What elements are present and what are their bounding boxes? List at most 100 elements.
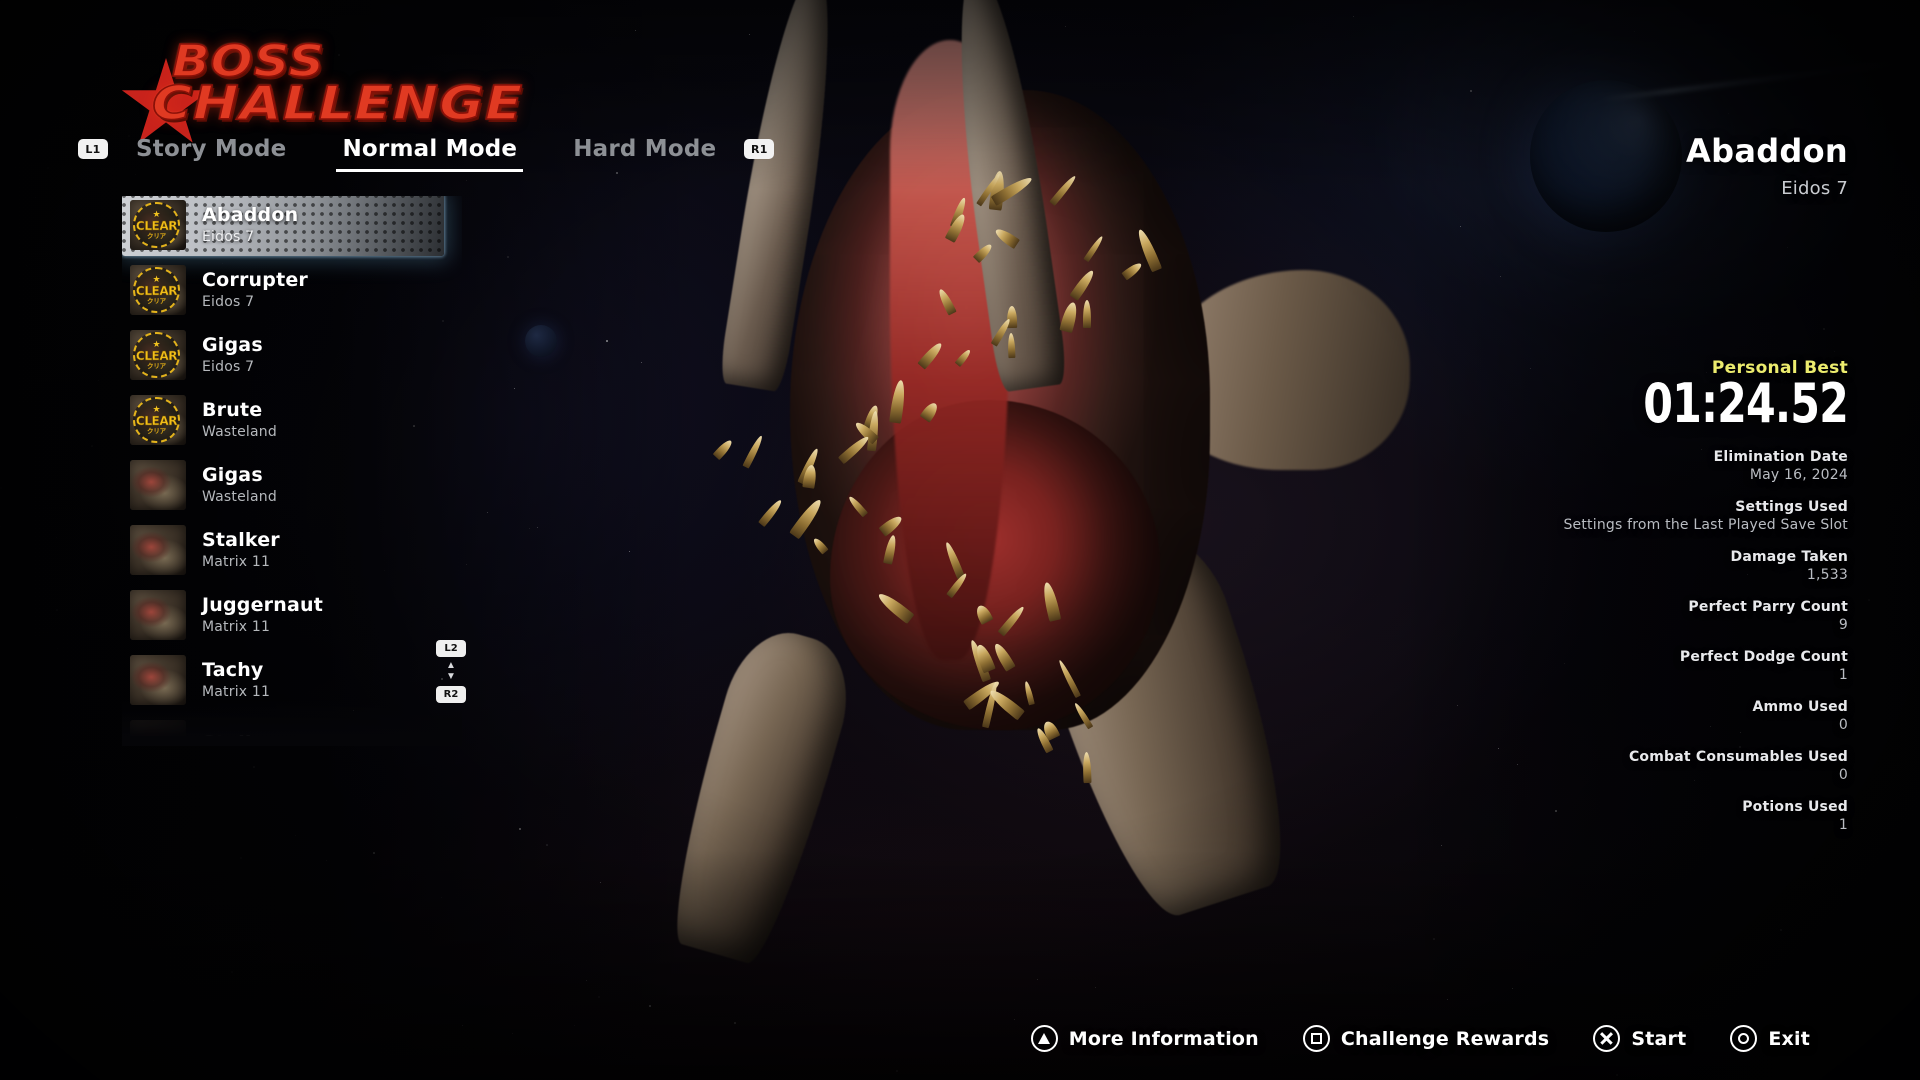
stat-value: 1: [1838, 666, 1848, 683]
boss-name-label: Stalker: [202, 529, 280, 552]
stat-label: Damage Taken: [1730, 548, 1848, 565]
stat-row: Potions Used 1: [1418, 799, 1848, 833]
l1-bumper-icon[interactable]: L1: [78, 139, 108, 159]
stat-value: 1: [1838, 816, 1848, 833]
stat-label: Ammo Used: [1752, 698, 1848, 715]
boss-thumbnail: ★ CLEAR クリア: [130, 330, 186, 380]
mode-tabs: Story Mode Normal Mode Hard Mode: [108, 132, 744, 172]
boss-thumbnail-art: [130, 590, 186, 640]
list-item[interactable]: Gigas Wasteland: [122, 456, 462, 514]
boss-location-label: Matrix 11: [202, 683, 271, 700]
stat-list: Elimination Date May 16, 2024 Settings Use…: [1418, 449, 1848, 833]
badge-main-label: CLEAR: [135, 283, 178, 298]
stat-row: Elimination Date May 16, 2024: [1418, 449, 1848, 483]
boss-meta: Gigas Eidos 7: [202, 334, 263, 375]
logo-line-2: Challenge: [151, 76, 524, 130]
boss-thumbnail: [130, 720, 186, 736]
badge-sub-label: クリア: [147, 297, 166, 305]
stat-label: Elimination Date: [1713, 448, 1848, 465]
personal-best-time: 01:24.52: [1643, 372, 1849, 435]
boss-thumbnail-art: [130, 720, 186, 736]
prompt-challenge-rewards[interactable]: Challenge Rewards: [1302, 1025, 1549, 1052]
prompt-more-information[interactable]: More Information: [1030, 1025, 1259, 1052]
planet-small: [525, 325, 557, 357]
mode-tab-bar: L1 Story Mode Normal Mode Hard Mode R1: [78, 132, 775, 172]
clear-badge-icon: ★ CLEAR クリア: [133, 267, 180, 313]
boss-list[interactable]: ★ CLEAR クリア Abaddon Eidos 7 ★ CLEAR クリア Corrupte…: [122, 196, 462, 736]
badge-main-label: CLEAR: [135, 218, 178, 233]
boss-location-label: Eidos 7: [202, 228, 255, 245]
cross-glyph-icon: [1599, 1031, 1614, 1046]
stat-row: Damage Taken 1,533: [1418, 549, 1848, 583]
cross-button-icon[interactable]: [1593, 1025, 1621, 1052]
stat-value: Settings from the Last Played Save Slot: [1563, 516, 1848, 533]
prompt-label: Start: [1631, 1027, 1687, 1050]
triangle-glyph-icon: [1038, 1032, 1051, 1044]
list-item[interactable]: Stalker Matrix 11: [122, 521, 462, 579]
boss-location-label: Wasteland: [202, 488, 277, 505]
tab-hard-mode[interactable]: Hard Mode: [571, 132, 718, 166]
boss-meta: Stalker Matrix 11: [202, 529, 280, 570]
r1-bumper-icon[interactable]: R1: [744, 139, 775, 159]
stat-value: 0: [1838, 766, 1848, 783]
circle-button-icon[interactable]: [1730, 1025, 1758, 1052]
stat-label: Perfect Dodge Count: [1679, 648, 1848, 665]
list-item[interactable]: ★ CLEAR クリア Abaddon Eidos 7: [122, 196, 462, 256]
boss-detail-header: Abaddon Eidos 7: [1428, 132, 1848, 199]
square-glyph-icon: [1310, 1033, 1322, 1044]
l2-trigger-icon[interactable]: L2: [436, 640, 466, 657]
stat-row: Perfect Dodge Count 1: [1418, 649, 1848, 683]
list-item[interactable]: ★ CLEAR クリア Brute Wasteland: [122, 391, 462, 449]
list-item[interactable]: Juggernaut Matrix 11: [122, 586, 462, 644]
boss-thumbnail: [130, 590, 186, 640]
boss-thumbnail: ★ CLEAR クリア: [130, 200, 186, 250]
boss-location-label: Eidos 7: [1781, 178, 1848, 199]
boss-thumbnail-art: [130, 525, 186, 575]
stat-row: Combat Consumables Used 0: [1418, 749, 1848, 783]
boss-meta: Stalker: [202, 732, 280, 736]
boss-thumbnail: ★ CLEAR クリア: [130, 265, 186, 315]
badge-sub-label: クリア: [147, 362, 166, 370]
page-title: Abaddon: [1686, 132, 1848, 170]
boss-thumbnail-art: [130, 655, 186, 705]
square-button-icon[interactable]: [1302, 1025, 1330, 1052]
stat-label: Perfect Parry Count: [1688, 598, 1848, 615]
boss-challenge-screen: Boss Challenge L1 Story Mode Normal Mode H…: [0, 0, 1920, 1080]
badge-star-icon: ★: [152, 208, 161, 219]
boss-meta: Brute Wasteland: [202, 399, 277, 440]
boss-location-label: Matrix 11: [202, 553, 271, 570]
boss-name-label: Juggernaut: [202, 594, 324, 617]
list-scroll-hint: L2 ▲ ▼ R2: [434, 640, 468, 703]
boss-meta: Corrupter Eidos 7: [202, 269, 308, 310]
prompt-start[interactable]: Start: [1593, 1025, 1686, 1052]
triangle-button-icon[interactable]: [1030, 1025, 1058, 1052]
boss-location-label: Wasteland: [202, 423, 277, 440]
prompt-label: Exit: [1768, 1027, 1810, 1050]
badge-main-label: CLEAR: [135, 413, 178, 428]
stat-value: 1,533: [1806, 566, 1848, 583]
boss-meta: Juggernaut Matrix 11: [202, 594, 324, 635]
boss-name-label: Gigas: [202, 334, 263, 357]
list-item[interactable]: Stalker: [122, 716, 462, 736]
list-item[interactable]: ★ CLEAR クリア Gigas Eidos 7: [122, 326, 462, 384]
badge-star-icon: ★: [152, 403, 161, 414]
tab-normal-mode[interactable]: Normal Mode: [336, 132, 523, 172]
badge-star-icon: ★: [152, 338, 161, 349]
list-item[interactable]: Tachy Matrix 11: [122, 651, 462, 709]
boss-meta: Gigas Wasteland: [202, 464, 277, 505]
r2-trigger-icon[interactable]: R2: [436, 686, 466, 703]
action-prompt-bar: More Information Challenge Rewards Start Ex…: [0, 1025, 1920, 1052]
boss-location-label: Eidos 7: [202, 293, 255, 310]
stat-value: 9: [1838, 616, 1848, 633]
stat-row: Perfect Parry Count 9: [1418, 599, 1848, 633]
list-item[interactable]: ★ CLEAR クリア Corrupter Eidos 7: [122, 261, 462, 319]
boss-thumbnail: ★ CLEAR クリア: [130, 395, 186, 445]
boss-name-label: Tachy: [202, 659, 264, 682]
boss-meta: Abaddon Eidos 7: [202, 204, 298, 245]
prompt-exit[interactable]: Exit: [1730, 1025, 1810, 1052]
boss-name-label: Gigas: [202, 464, 263, 487]
stat-label: Potions Used: [1742, 798, 1848, 815]
clear-badge-icon: ★ CLEAR クリア: [133, 202, 180, 248]
tab-story-mode[interactable]: Story Mode: [134, 132, 288, 166]
boss-thumbnail: [130, 460, 186, 510]
